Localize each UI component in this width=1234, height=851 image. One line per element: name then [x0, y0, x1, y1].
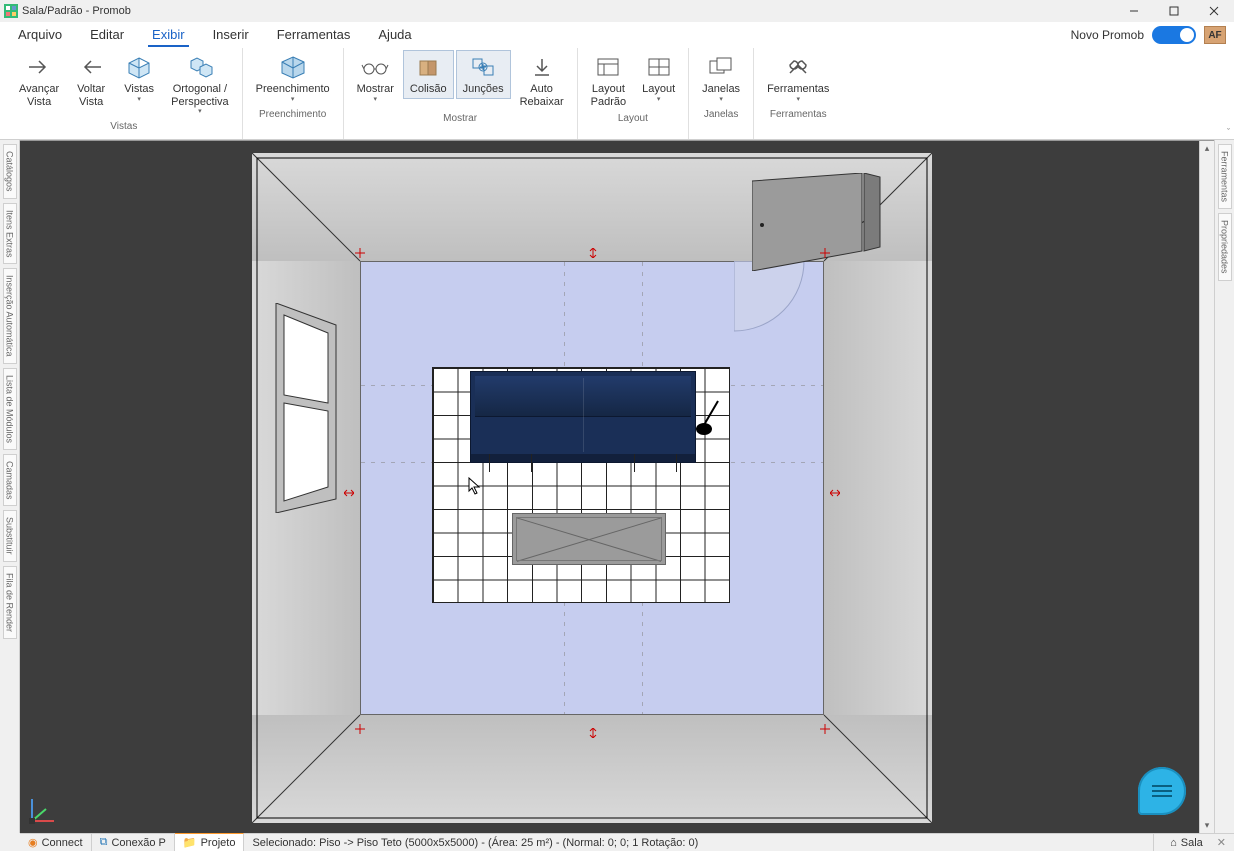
windows-icon: [705, 53, 737, 81]
janelas-dropdown[interactable]: Janelas▾: [695, 50, 747, 107]
menu-inserir[interactable]: Inserir: [199, 22, 263, 47]
cube-icon: [123, 53, 155, 81]
cursor-icon: [468, 477, 482, 495]
close-button[interactable]: [1194, 0, 1234, 22]
minimize-button[interactable]: [1114, 0, 1154, 22]
collision-icon: [412, 53, 444, 81]
dimension-marker: [820, 721, 830, 731]
ortogonal-perspectiva-dropdown[interactable]: Ortogonal / Perspectiva▾: [164, 50, 235, 119]
dimension-marker: [355, 721, 365, 731]
menu-exibir[interactable]: Exibir: [138, 22, 199, 47]
layout-grid-icon: [643, 53, 675, 81]
chat-help-button[interactable]: [1138, 767, 1186, 815]
left-rail: Catálogos Itens Extras Inserção Automáti…: [0, 140, 20, 833]
axis-gizmo-icon: [24, 789, 64, 829]
group-label-ferramentas: Ferramentas: [770, 107, 827, 122]
preenchimento-dropdown[interactable]: Preenchimento▾: [249, 50, 337, 107]
arrow-left-icon: [75, 53, 107, 81]
colisao-toggle[interactable]: Colisão: [403, 50, 454, 99]
cubes-icon: [184, 53, 216, 81]
left-tab-fila-render[interactable]: Fila de Render: [3, 566, 17, 639]
dimension-marker: [344, 485, 354, 495]
dimension-marker: [830, 485, 840, 495]
mostrar-dropdown[interactable]: Mostrar▾: [350, 50, 401, 107]
left-tab-lista-modulos[interactable]: Lista de Módulos: [3, 368, 17, 450]
novo-promob-label: Novo Promob: [1071, 28, 1144, 42]
bottom-tab-conexao[interactable]: ⧉ Conexão P: [92, 834, 175, 851]
right-tab-ferramentas[interactable]: Ferramentas: [1218, 144, 1232, 209]
menu-ferramentas[interactable]: Ferramentas: [263, 22, 365, 47]
group-label-layout: Layout: [618, 111, 648, 126]
window-title: Sala/Padrão - Promob: [22, 5, 131, 17]
sofa[interactable]: [470, 371, 696, 463]
ferramentas-ribbon-dropdown[interactable]: Ferramentas▾: [760, 50, 836, 107]
layout-default-icon: [592, 53, 624, 81]
menu-ajuda[interactable]: Ajuda: [364, 22, 425, 47]
room-icon: ⌂: [1170, 837, 1177, 849]
right-rail: Ferramentas Propriedades: [1214, 140, 1234, 833]
menu-editar[interactable]: Editar: [76, 22, 138, 47]
coffee-table[interactable]: [512, 513, 666, 565]
viewport-3d[interactable]: ▴▾: [20, 140, 1214, 833]
left-tab-catalogos[interactable]: Catálogos: [3, 144, 17, 199]
titlebar: Sala/Padrão - Promob: [0, 0, 1234, 22]
close-tab-icon[interactable]: ✕: [1217, 836, 1226, 849]
status-text: Selecionado: Piso -> Piso Teto (5000x5x5…: [244, 834, 1154, 851]
bottom-tab-projeto[interactable]: 📁 Projeto: [175, 833, 245, 851]
group-label-vistas: Vistas: [110, 119, 137, 134]
folder-icon: 📁: [183, 836, 197, 849]
right-tab-propriedades[interactable]: Propriedades: [1218, 213, 1232, 281]
left-tab-insercao[interactable]: Inserção Automática: [3, 268, 17, 364]
bottom-tab-sala[interactable]: ⌂ Sala: [1162, 837, 1211, 849]
tools-icon: [782, 53, 814, 81]
left-tab-substituir[interactable]: Substituir: [3, 510, 17, 562]
arrow-right-icon: [23, 53, 55, 81]
room-scene: [252, 153, 932, 823]
viewport-scrollbar[interactable]: ▴▾: [1199, 141, 1214, 833]
voltar-vista-button[interactable]: Voltar Vista: [68, 50, 114, 111]
group-label-preenchimento: Preenchimento: [259, 107, 326, 122]
avancar-vista-button[interactable]: Avançar Vista: [12, 50, 66, 111]
user-badge[interactable]: AF: [1204, 26, 1226, 44]
link-icon: ⧉: [100, 836, 108, 849]
glasses-icon: [359, 53, 391, 81]
layout-dropdown[interactable]: Layout▾: [635, 50, 682, 107]
novo-promob-toggle[interactable]: [1152, 26, 1196, 44]
junctions-icon: [467, 53, 499, 81]
dimension-marker: [820, 245, 830, 255]
dimension-marker: [355, 245, 365, 255]
fill-cube-icon: [277, 53, 309, 81]
app-icon: [4, 4, 18, 18]
room-window[interactable]: [270, 303, 342, 513]
bottom-bar: ◉ Connect ⧉ Conexão P 📁 Projeto Selecion…: [20, 833, 1234, 851]
group-label-janelas: Janelas: [704, 107, 738, 122]
vistas-dropdown[interactable]: Vistas▾: [116, 50, 162, 107]
auto-rebaixar-button[interactable]: Auto Rebaixar: [513, 50, 571, 111]
layout-padrao-button[interactable]: Layout Padrão: [584, 50, 633, 111]
menu-arquivo[interactable]: Arquivo: [4, 22, 76, 47]
auto-lower-icon: [526, 53, 558, 81]
floor-lamp[interactable]: [694, 399, 724, 439]
room-door[interactable]: [752, 173, 882, 271]
maximize-button[interactable]: [1154, 0, 1194, 22]
ribbon-collapse-icon[interactable]: ˇ: [1227, 127, 1230, 137]
bottom-tab-connect[interactable]: ◉ Connect: [20, 834, 92, 851]
door-swing-icon: [734, 261, 824, 351]
juncoes-toggle[interactable]: Junções: [456, 50, 511, 99]
left-tab-camadas[interactable]: Camadas: [3, 454, 17, 507]
left-tab-itens-extras[interactable]: Itens Extras: [3, 203, 17, 265]
menubar: Arquivo Editar Exibir Inserir Ferramenta…: [0, 22, 1234, 48]
rss-icon: ◉: [28, 836, 38, 849]
dimension-marker: [588, 245, 598, 255]
group-label-mostrar: Mostrar: [443, 111, 477, 126]
workspace: Catálogos Itens Extras Inserção Automáti…: [0, 140, 1234, 833]
ribbon: Avançar Vista Voltar Vista Vistas▾ Ortog…: [0, 48, 1234, 140]
dimension-marker: [588, 725, 598, 735]
